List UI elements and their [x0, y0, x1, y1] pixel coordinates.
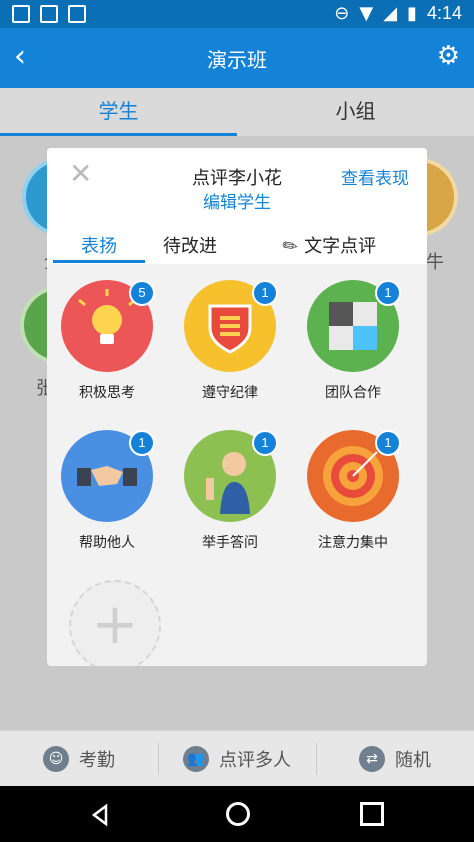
smile-icon: ☺	[43, 746, 69, 772]
gear-icon[interactable]: ⚙	[437, 43, 460, 69]
download-icon	[68, 5, 86, 23]
praise-item-focus[interactable]: 1 注意力集中	[293, 414, 413, 551]
nav-recent-apps-icon[interactable]	[360, 802, 384, 826]
random-button[interactable]: ⇄ 随机	[316, 731, 474, 787]
nav-home-icon[interactable]	[226, 802, 250, 826]
signal-icon: ◢	[383, 3, 398, 24]
praise-item-raise-hand[interactable]: 1 举手答问	[170, 414, 290, 551]
praise-item-label: 遵守纪律	[202, 385, 258, 401]
random-label: 随机	[395, 750, 431, 771]
review-multiple-button[interactable]: 👥 点评多人	[158, 731, 316, 787]
status-right-icons: ⊖ ▼ ◢ ▮ 4:14	[334, 3, 462, 24]
praise-item-helping-others[interactable]: 1 帮助他人	[47, 414, 167, 551]
praise-item-active-thinking[interactable]: 5 积极思考	[47, 264, 167, 401]
praise-item-label: 举手答问	[202, 535, 258, 551]
praise-grid: 5 积极思考 1 遵守纪律 1 团队合作 1 帮助他人 1 举手答问 1 注意力…	[47, 264, 427, 666]
tab-praise[interactable]: 表扬	[81, 232, 117, 258]
review-dialog-header: ✕ 点评李小花 编辑学生 查看表现 表扬 待改进 ✎文字点评	[47, 148, 427, 264]
praise-count-badge: 1	[252, 430, 278, 456]
review-dialog: ✕ 点评李小花 编辑学生 查看表现 表扬 待改进 ✎文字点评 5 积极思考 1 …	[47, 148, 427, 666]
top-tabs: 学生 小组	[0, 88, 474, 136]
praise-item-teamwork[interactable]: 1 团队合作	[293, 264, 413, 401]
n-icon	[40, 5, 58, 23]
tab-groups[interactable]: 小组	[237, 88, 474, 136]
praise-item-discipline[interactable]: 1 遵守纪律	[170, 264, 290, 401]
shuffle-icon: ⇄	[359, 746, 385, 772]
praise-item-label: 团队合作	[325, 385, 381, 401]
praise-count-badge: 1	[252, 280, 278, 306]
system-navigation-bar	[0, 786, 474, 842]
do-not-disturb-icon: ⊖	[334, 3, 350, 24]
status-bar: ⊖ ▼ ◢ ▮ 4:14	[0, 0, 474, 28]
tab-text-review[interactable]: ✎文字点评	[278, 232, 377, 260]
praise-item-label: 帮助他人	[79, 535, 135, 551]
background-student-name: 牛	[426, 252, 444, 273]
nav-back-svg	[91, 803, 108, 827]
praise-count-badge: 1	[129, 430, 155, 456]
tab-students[interactable]: 学生	[0, 88, 237, 136]
praise-count-badge: 1	[375, 280, 401, 306]
status-time: 4:14	[426, 3, 462, 23]
tab-needs-improvement[interactable]: 待改进	[163, 232, 217, 258]
page-title: 演示班	[207, 48, 267, 72]
pencil-icon: ✎	[278, 233, 303, 260]
status-left-icons	[12, 5, 86, 23]
praise-item-label: 注意力集中	[318, 535, 388, 551]
view-performance-link[interactable]: 查看表现	[341, 164, 409, 189]
edit-student-link[interactable]: 编辑学生	[47, 188, 427, 213]
add-praise-button[interactable]: +	[69, 580, 161, 666]
review-multiple-label: 点评多人	[219, 750, 291, 771]
praise-count-badge: 1	[375, 430, 401, 456]
bottom-action-bar: ☺ 考勤 👥 点评多人 ⇄ 随机	[0, 730, 474, 786]
wifi-icon: ▼	[359, 3, 374, 24]
group-icon: 👥	[183, 746, 209, 772]
text-review-label: 文字点评	[304, 236, 377, 257]
attendance-button[interactable]: ☺ 考勤	[0, 731, 158, 787]
modal-active-tab-indicator	[53, 260, 145, 263]
nav-back-icon[interactable]	[91, 803, 110, 827]
app-bar: ‹ 演示班 ⚙	[0, 28, 474, 88]
attendance-label: 考勤	[79, 750, 115, 771]
image-icon	[12, 5, 30, 23]
praise-count-badge: 5	[129, 280, 155, 306]
praise-item-label: 积极思考	[79, 385, 135, 401]
battery-icon: ▮	[407, 3, 417, 24]
